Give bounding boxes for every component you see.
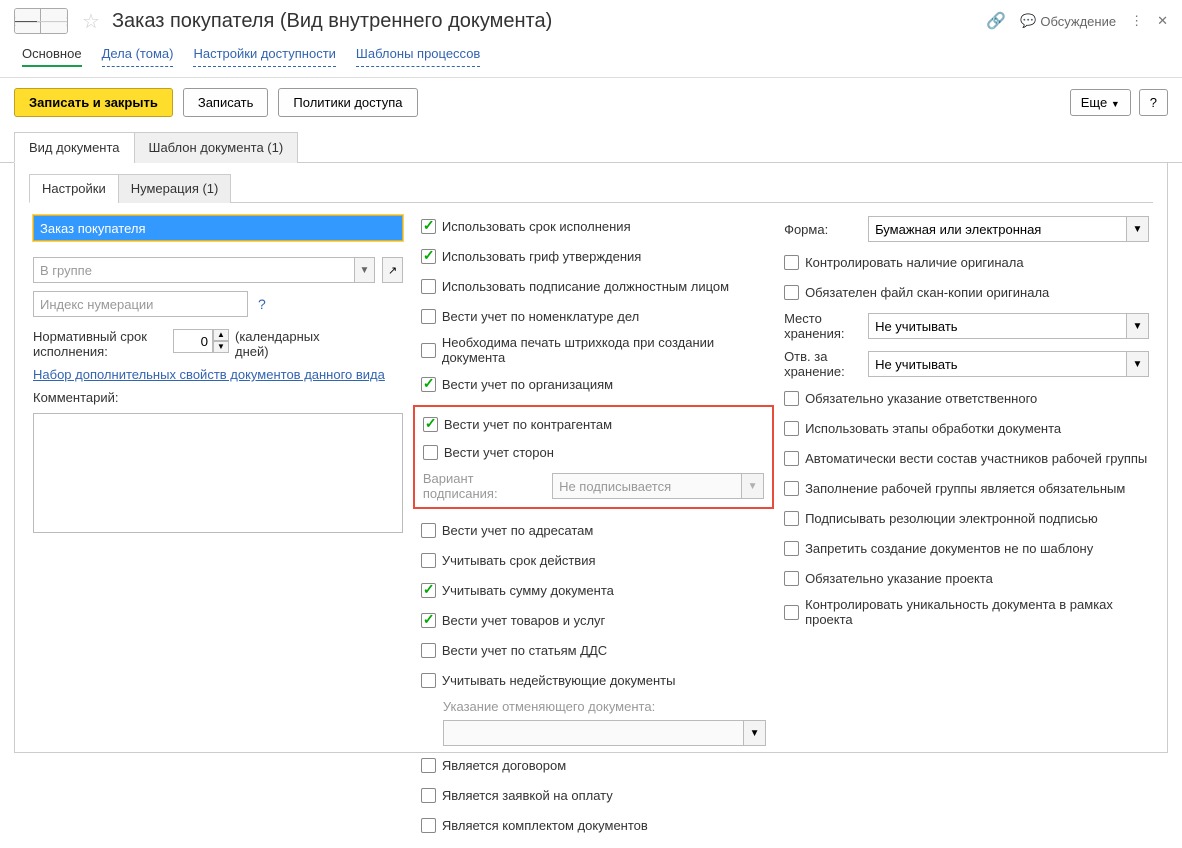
chk-workgroup-required[interactable]	[784, 481, 799, 496]
sign-variant-dropdown-button: ▼	[742, 473, 764, 499]
norm-term-input[interactable]	[173, 329, 213, 353]
save-and-close-button[interactable]: Записать и закрыть	[14, 88, 173, 117]
chk-auto-workgroup[interactable]	[784, 451, 799, 466]
chk-barcode[interactable]	[421, 343, 436, 358]
chk-amount[interactable]	[421, 583, 436, 598]
discussion-link[interactable]: 💬 Обсуждение	[1020, 13, 1116, 29]
chk-by-parties[interactable]	[423, 445, 438, 460]
numbering-index-input[interactable]	[33, 291, 248, 317]
form-dropdown-button[interactable]: ▼	[1127, 216, 1149, 242]
additional-props-link[interactable]: Набор дополнительных свойств документов …	[33, 367, 403, 382]
comment-label: Комментарий:	[33, 390, 403, 405]
resp-storage-dropdown-button[interactable]: ▼	[1127, 351, 1149, 377]
cancel-doc-dropdown-button[interactable]: ▼	[744, 720, 766, 746]
chk-inactive-docs[interactable]	[421, 673, 436, 688]
spinner-down-button[interactable]: ▼	[213, 341, 229, 353]
link-icon[interactable]: 🔗	[986, 11, 1006, 31]
storage-select[interactable]	[868, 313, 1127, 339]
chk-is-contract[interactable]	[421, 758, 436, 773]
save-button[interactable]: Записать	[183, 88, 269, 117]
sign-variant-label: Вариант подписания:	[423, 471, 546, 501]
chk-sign-resolutions[interactable]	[784, 511, 799, 526]
chk-scan-required[interactable]	[784, 285, 799, 300]
chevron-down-icon: ▼	[1111, 99, 1120, 109]
name-selected-text: Заказ покупателя	[36, 218, 150, 239]
tab-document-kind[interactable]: Вид документа	[14, 132, 135, 163]
resp-storage-label: Отв. за хранение:	[784, 349, 858, 379]
chk-by-org[interactable]	[421, 377, 436, 392]
sign-variant-select	[552, 473, 742, 499]
resp-storage-select[interactable]	[868, 351, 1127, 377]
comment-textarea[interactable]	[33, 413, 403, 533]
chk-is-payment[interactable]	[421, 788, 436, 803]
chat-icon: 💬	[1020, 13, 1036, 29]
cancel-doc-select[interactable]	[443, 720, 744, 746]
favorite-star-icon[interactable]: ☆	[82, 9, 100, 34]
subtab-settings[interactable]: Настройки	[29, 174, 119, 203]
chk-control-original[interactable]	[784, 255, 799, 270]
help-button[interactable]: ?	[1139, 89, 1168, 116]
spinner-up-button[interactable]: ▲	[213, 329, 229, 341]
chk-use-deadline[interactable]	[421, 219, 436, 234]
chk-validity[interactable]	[421, 553, 436, 568]
help-icon[interactable]: ?	[258, 296, 266, 312]
subtab-numbering[interactable]: Нумерация (1)	[118, 174, 232, 203]
tab-cases[interactable]: Дела (тома)	[102, 46, 174, 67]
chk-is-set[interactable]	[421, 818, 436, 833]
close-icon[interactable]: ✕	[1157, 13, 1168, 29]
chk-project-required[interactable]	[784, 571, 799, 586]
chk-use-signing[interactable]	[421, 279, 436, 294]
group-input[interactable]	[33, 257, 355, 283]
norm-term-unit: (календарных дней)	[235, 329, 325, 359]
chk-use-stamp[interactable]	[421, 249, 436, 264]
menu-dots-icon[interactable]: ⋮	[1130, 13, 1143, 29]
chk-nomenclature[interactable]	[421, 309, 436, 324]
form-label: Форма:	[784, 222, 858, 237]
chk-goods[interactable]	[421, 613, 436, 628]
chk-by-contragent[interactable]	[423, 417, 438, 432]
chk-unique-in-project[interactable]	[784, 605, 799, 620]
chk-forbid-no-template[interactable]	[784, 541, 799, 556]
tab-access-settings[interactable]: Настройки доступности	[193, 46, 335, 67]
page-title: Заказ покупателя (Вид внутреннего докуме…	[112, 10, 552, 33]
storage-label: Место хранения:	[784, 311, 858, 341]
norm-term-label: Нормативный срок исполнения:	[33, 329, 163, 359]
nav-forward-button[interactable]: 🡒	[41, 9, 67, 33]
chk-use-stages[interactable]	[784, 421, 799, 436]
tab-document-template[interactable]: Шаблон документа (1)	[134, 132, 299, 163]
access-policies-button[interactable]: Политики доступа	[278, 88, 417, 117]
storage-dropdown-button[interactable]: ▼	[1127, 313, 1149, 339]
tab-process-templates[interactable]: Шаблоны процессов	[356, 46, 480, 67]
group-open-button[interactable]: ↗	[382, 257, 403, 283]
cancel-doc-label: Указание отменяющего документа:	[443, 699, 766, 714]
chk-responsible-required[interactable]	[784, 391, 799, 406]
tab-main[interactable]: Основное	[22, 46, 82, 67]
chk-dds[interactable]	[421, 643, 436, 658]
chk-by-addressee[interactable]	[421, 523, 436, 538]
more-button[interactable]: Еще ▼	[1070, 89, 1131, 116]
group-dropdown-button[interactable]: ▼	[355, 257, 376, 283]
form-select[interactable]	[868, 216, 1127, 242]
